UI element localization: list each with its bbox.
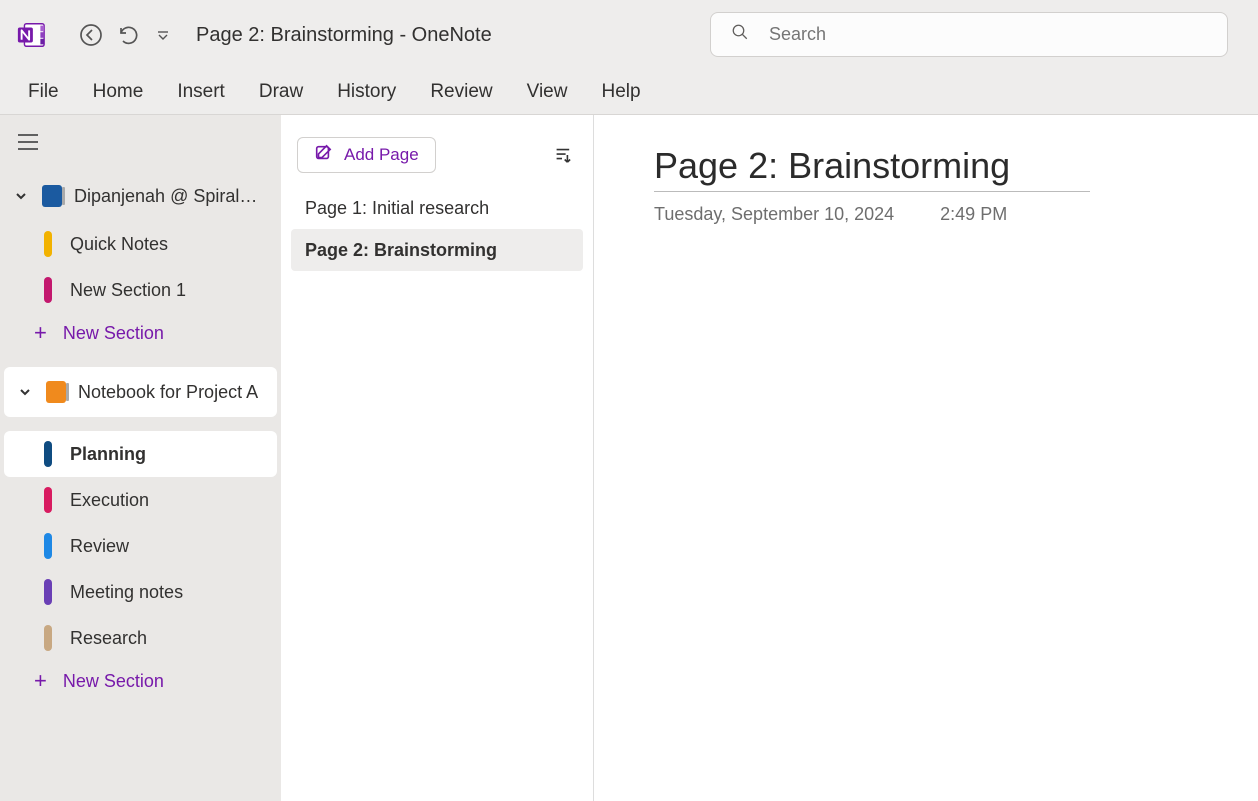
- quick-access-dropdown[interactable]: [148, 16, 178, 54]
- section-color-tab: [44, 231, 52, 257]
- notebook-label: Dipanjenah @ Spiral…: [74, 186, 257, 207]
- window-title: Page 2: Brainstorming - OneNote: [196, 24, 492, 47]
- add-page-icon: [314, 144, 332, 167]
- page-item-label: Page 2: Brainstorming: [305, 240, 497, 261]
- notebook-dipanjenah[interactable]: Dipanjenah @ Spiral…: [4, 171, 277, 221]
- search-box[interactable]: [710, 12, 1228, 57]
- section-color-tab: [44, 441, 52, 467]
- navigation-toggle[interactable]: [8, 127, 48, 157]
- window-title-page: Page 2: Brainstorming: [196, 24, 394, 46]
- page-title[interactable]: Page 2: Brainstorming: [654, 145, 1090, 192]
- add-page-button[interactable]: Add Page: [297, 137, 436, 173]
- section-quick-notes[interactable]: Quick Notes: [4, 221, 277, 267]
- section-label: Meeting notes: [70, 582, 183, 603]
- chevron-down-icon: [16, 385, 34, 399]
- chevron-down-icon: [12, 189, 30, 203]
- plus-icon: +: [34, 668, 47, 694]
- notebook-icon: [46, 381, 66, 403]
- section-label: Quick Notes: [70, 234, 168, 255]
- section-label: Planning: [70, 444, 146, 465]
- section-label: Execution: [70, 490, 149, 511]
- notebook-icon: [42, 185, 62, 207]
- section-color-tab: [44, 277, 52, 303]
- section-review[interactable]: Review: [4, 523, 277, 569]
- menu-insert[interactable]: Insert: [177, 81, 225, 103]
- menu-review[interactable]: Review: [430, 81, 492, 103]
- page-item-brainstorming[interactable]: Page 2: Brainstorming: [291, 229, 583, 271]
- section-label: Review: [70, 536, 129, 557]
- add-page-label: Add Page: [344, 145, 419, 165]
- section-color-tab: [44, 533, 52, 559]
- plus-icon: +: [34, 320, 47, 346]
- search-input[interactable]: [769, 24, 1207, 45]
- add-section-button[interactable]: + New Section: [0, 313, 281, 353]
- section-color-tab: [44, 487, 52, 513]
- section-color-tab: [44, 579, 52, 605]
- section-new-section-1[interactable]: New Section 1: [4, 267, 277, 313]
- pages-panel: Add Page Page 1: Initial research Page 2…: [281, 115, 594, 801]
- section-research[interactable]: Research: [4, 615, 277, 661]
- menu-file[interactable]: File: [28, 81, 59, 103]
- undo-button[interactable]: [110, 16, 148, 54]
- notebook-project-a[interactable]: Notebook for Project A: [8, 367, 273, 417]
- section-label: Research: [70, 628, 147, 649]
- menu-home[interactable]: Home: [93, 81, 144, 103]
- onenote-app-icon: [16, 20, 46, 50]
- search-icon: [731, 23, 749, 46]
- section-planning[interactable]: Planning: [4, 431, 277, 477]
- back-button[interactable]: [72, 16, 110, 54]
- page-canvas[interactable]: Page 2: Brainstorming Tuesday, September…: [594, 115, 1258, 801]
- menu-bar: File Home Insert Draw History Review Vie…: [0, 70, 1258, 115]
- section-color-tab: [44, 625, 52, 651]
- add-section-label: New Section: [63, 671, 164, 692]
- page-item-initial-research[interactable]: Page 1: Initial research: [291, 187, 583, 229]
- section-label: New Section 1: [70, 280, 186, 301]
- page-item-label: Page 1: Initial research: [305, 198, 489, 219]
- menu-draw[interactable]: Draw: [259, 81, 303, 103]
- page-meta: Tuesday, September 10, 2024 2:49 PM: [654, 204, 1198, 225]
- section-execution[interactable]: Execution: [4, 477, 277, 523]
- window-title-app: OneNote: [412, 24, 492, 46]
- sort-pages-button[interactable]: [547, 140, 577, 170]
- section-meeting-notes[interactable]: Meeting notes: [4, 569, 277, 615]
- notebook-panel: Dipanjenah @ Spiral… Quick Notes New Sec…: [0, 115, 281, 801]
- notebook-label: Notebook for Project A: [78, 382, 258, 403]
- page-time: 2:49 PM: [940, 204, 1007, 225]
- title-bar: Page 2: Brainstorming - OneNote: [0, 0, 1258, 70]
- menu-help[interactable]: Help: [601, 81, 640, 103]
- page-date: Tuesday, September 10, 2024: [654, 204, 894, 225]
- menu-view[interactable]: View: [527, 81, 568, 103]
- add-section-button[interactable]: + New Section: [0, 661, 281, 701]
- menu-history[interactable]: History: [337, 81, 396, 103]
- add-section-label: New Section: [63, 323, 164, 344]
